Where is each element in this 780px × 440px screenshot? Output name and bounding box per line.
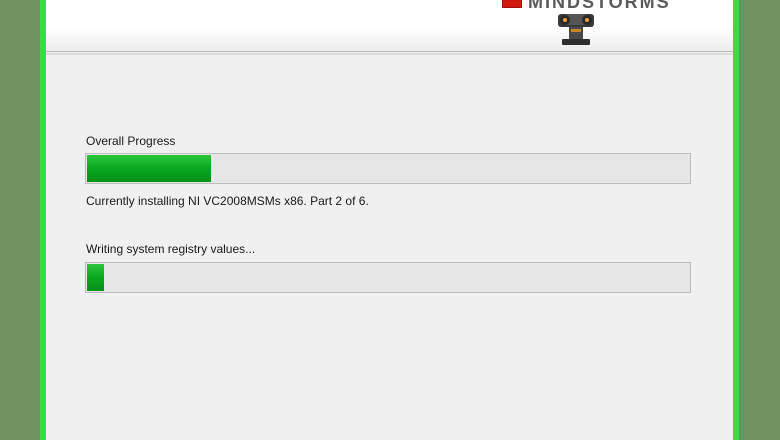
step-progress-bar (85, 262, 691, 293)
overall-progress-label: Overall Progress (86, 134, 176, 148)
progress-panel: Overall Progress Currently installing NI… (46, 0, 733, 440)
overall-progress-fill (87, 155, 211, 182)
overall-progress-bar (85, 153, 691, 184)
installer-window: MINDSTORMS Overall Progress Currently in… (46, 0, 733, 440)
install-status-text: Currently installing NI VC2008MSMs x86. … (86, 194, 369, 208)
window-frame: MINDSTORMS Overall Progress Currently in… (40, 0, 739, 440)
step-progress-fill (87, 264, 104, 291)
step-progress-label: Writing system registry values... (86, 242, 256, 256)
